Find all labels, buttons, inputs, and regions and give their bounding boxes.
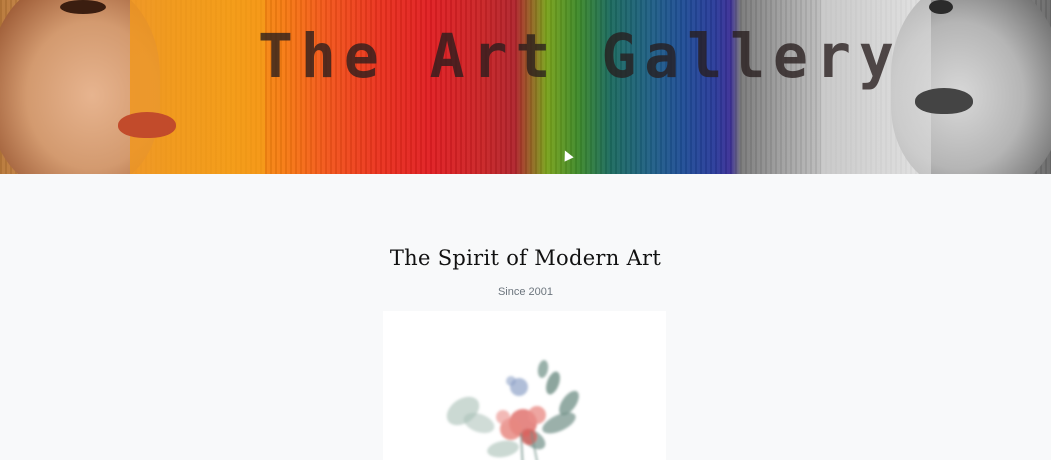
portrait-left-eye <box>60 0 106 14</box>
portrait-right-eye <box>929 0 953 14</box>
mouse-cursor-icon <box>560 148 574 162</box>
main-content: The Spirit of Modern Art Since 2001 <box>0 174 1051 460</box>
hero-banner: The Art Gallery <box>0 0 1051 174</box>
section-headline: The Spirit of Modern Art <box>389 246 662 270</box>
site-title: The Art Gallery <box>258 20 902 92</box>
section-subline: Since 2001 <box>497 286 554 298</box>
paint-veil-left <box>130 0 265 174</box>
flower-bouquet-image <box>446 360 579 460</box>
artwork-card[interactable] <box>383 311 666 460</box>
portrait-left-lips <box>118 112 176 138</box>
portrait-right-lips <box>915 88 973 114</box>
